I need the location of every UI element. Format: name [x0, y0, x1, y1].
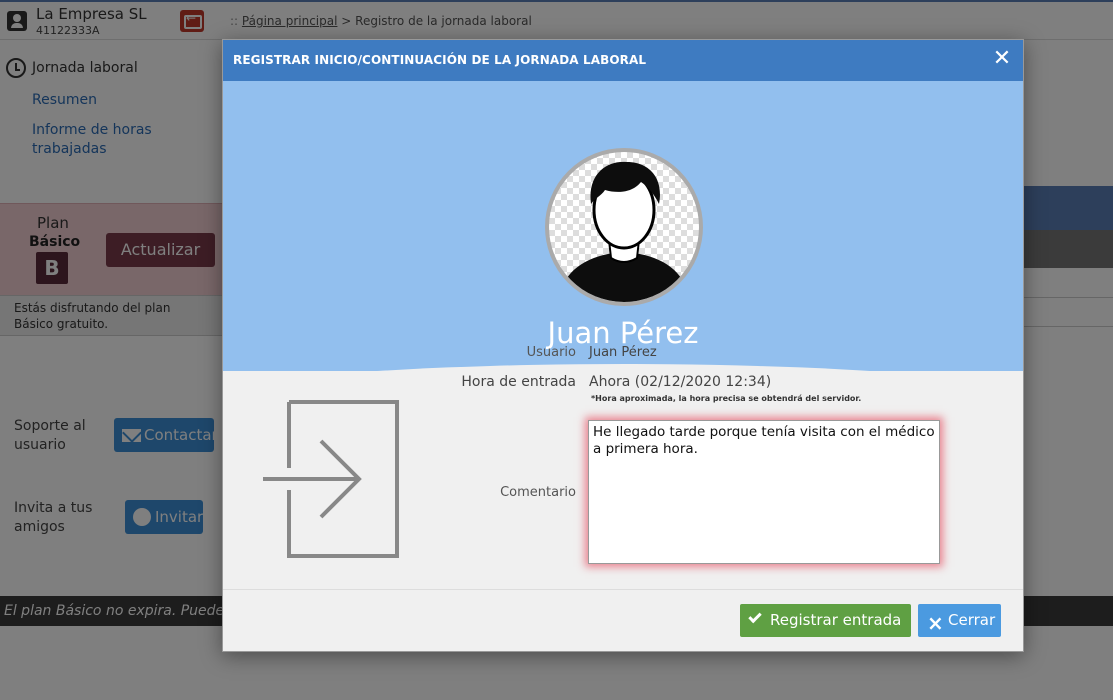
dialog-title: REGISTRAR INICIO/CONTINUACIÓN DE LA JORN…	[233, 53, 647, 67]
profile-hero: Juan Pérez	[223, 81, 1023, 604]
entry-time-note: *Hora aproximada, la hora precisa se obt…	[591, 394, 862, 403]
avatar	[545, 148, 703, 306]
user-silhouette-icon	[559, 161, 689, 302]
dialog-header: REGISTRAR INICIO/CONTINUACIÓN DE LA JORN…	[223, 40, 1023, 81]
register-entry-label: Registrar entrada	[770, 611, 902, 629]
entry-time-value: Ahora (02/12/2020 12:34)	[589, 374, 772, 390]
register-entry-dialog: REGISTRAR INICIO/CONTINUACIÓN DE LA JORN…	[222, 39, 1024, 652]
close-button-label: Cerrar	[948, 611, 996, 629]
close-icon[interactable]: ✕	[991, 48, 1013, 70]
entry-door-icon	[261, 398, 403, 560]
dialog-footer: Registrar entrada × Cerrar	[223, 589, 1023, 651]
check-icon	[748, 609, 762, 624]
close-button[interactable]: × Cerrar	[918, 604, 1001, 637]
user-label: Usuario	[526, 345, 576, 360]
user-value: Juan Pérez	[589, 345, 657, 360]
entry-time-label: Hora de entrada	[461, 374, 576, 390]
register-entry-button[interactable]: Registrar entrada	[740, 604, 911, 637]
comment-textarea[interactable]: He llegado tarde porque tenía visita con…	[588, 420, 940, 564]
comment-label: Comentario	[500, 485, 576, 500]
x-icon: ×	[927, 611, 944, 635]
